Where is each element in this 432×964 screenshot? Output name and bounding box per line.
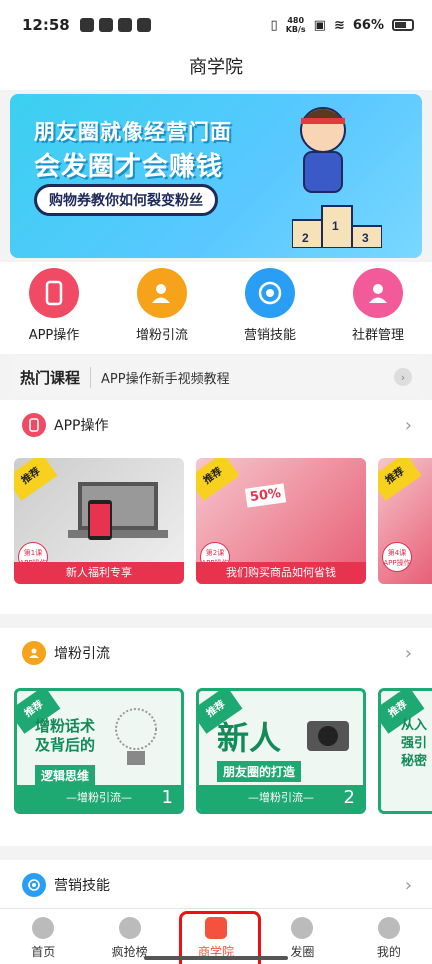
section-header[interactable]: APP操作 ›	[0, 400, 432, 450]
section-title: APP操作	[54, 418, 109, 434]
compass-icon	[291, 917, 314, 939]
tab-label: 首页	[31, 945, 56, 959]
course-card-partial[interactable]: 推荐 从入 强引 秘密	[378, 688, 432, 814]
card-subheadline: 逻辑思维	[35, 765, 96, 786]
home-icon	[32, 917, 55, 939]
card-headline: 增粉话术 及背后的	[35, 717, 96, 754]
card-headline: 从入 强引 秘密	[401, 718, 428, 769]
tab-home[interactable]: 首页	[0, 909, 86, 964]
category-marketing[interactable]: 营销技能	[220, 268, 320, 354]
user-icon	[377, 917, 400, 939]
tab-label: 我的	[376, 945, 401, 959]
group-icon	[353, 268, 403, 318]
podium-1: 1	[332, 219, 339, 233]
category-label: 社群管理	[351, 328, 404, 343]
section-title: 营销技能	[54, 878, 110, 894]
home-indicator[interactable]	[144, 956, 288, 960]
recommend-badge: 推荐	[196, 458, 240, 501]
category-app-operation[interactable]: APP操作	[4, 268, 104, 354]
academy-icon	[205, 917, 228, 939]
tab-label: 疯抢榜	[111, 945, 148, 959]
status-right: ▯ 480 KB/s ▣ ≋ 66%	[271, 16, 414, 34]
chevron-right-icon: ›	[404, 874, 412, 896]
card-number: 2	[343, 787, 355, 808]
network-speed: 480 KB/s	[285, 16, 306, 34]
phone-icon	[22, 413, 46, 437]
phone-icon	[29, 268, 79, 318]
card-headline: 新人	[217, 719, 282, 757]
camera-image	[307, 721, 349, 751]
category-label: 增粉引流	[135, 328, 188, 343]
user-plus-icon	[22, 641, 46, 665]
store-icon	[118, 917, 141, 939]
hot-heading: 热门课程	[20, 366, 92, 388]
laptop-phone-image	[68, 482, 168, 540]
category-label: APP操作	[28, 328, 80, 343]
lightbulb-image	[115, 708, 157, 765]
battery-icon	[392, 19, 414, 31]
sim-icon: ▣	[313, 17, 326, 33]
podium-2: 2	[302, 231, 309, 245]
wechat-icon	[136, 18, 151, 32]
category-row: APP操作 增粉引流 营销技能 社群管理	[0, 262, 432, 354]
status-time: 12:58	[22, 16, 70, 34]
tab-profile[interactable]: 我的	[346, 909, 432, 964]
course-card[interactable]: 推荐 第1课 APP操作 新人福利专享	[14, 458, 184, 584]
recommend-badge: 推荐	[14, 458, 58, 501]
course-card[interactable]: 推荐 新人 朋友圈的打造 —增粉引流— 2	[196, 688, 366, 814]
battery-percent: 66%	[352, 17, 384, 33]
notification-icons	[79, 18, 151, 32]
card-footer: —增粉引流— 2	[199, 785, 363, 811]
course-card[interactable]: 推荐 50% 第2课 APP操作 我们购买商品如何省钱	[196, 458, 366, 584]
section-header[interactable]: 增粉引流 ›	[0, 628, 432, 678]
app-screen: 12:58 ▯ 480 KB/s ▣ ≋ 66% 商学院 朋友圈就像经营门面 会…	[0, 0, 432, 964]
lesson-badge: 第4课 APP操作	[382, 542, 412, 572]
cartoon-character	[300, 107, 346, 193]
card-subheadline: 朋友圈的打造	[217, 761, 302, 782]
category-label: 营销技能	[243, 328, 296, 343]
category-fan-growth[interactable]: 增粉引流	[112, 268, 212, 354]
app-notification-icon	[79, 18, 94, 32]
card-footer: 我们购买商品如何省钱	[196, 562, 366, 584]
banner-line-1: 朋友圈就像经营门面	[34, 120, 232, 144]
chevron-right-icon: ›	[404, 642, 412, 664]
course-card[interactable]: 推荐 增粉话术 及背后的 逻辑思维 —增粉引流— 1	[14, 688, 184, 814]
course-card-partial[interactable]: 推荐 第4课 APP操作	[378, 458, 432, 584]
card-number: 1	[161, 787, 173, 808]
recommend-badge: 推荐	[378, 458, 422, 501]
chevron-right-icon: ›	[404, 414, 412, 436]
hot-courses-bar[interactable]: 热门课程 APP操作新手视频教程 ›	[10, 358, 422, 396]
card-carousel: 推荐 第1课 APP操作 新人福利专享 推荐 50% 第2课 APP操作 我们购…	[0, 458, 432, 584]
mail-icon	[117, 18, 132, 32]
banner-line-3: 购物券教你如何裂变粉丝	[34, 184, 218, 216]
card-footer: —增粉引流— 1	[17, 785, 181, 811]
section-title: 增粉引流	[54, 646, 110, 662]
promo-banner[interactable]: 朋友圈就像经营门面 会发圈才会赚钱 购物券教你如何裂变粉丝 2 1 3	[10, 94, 422, 258]
card-footer: 新人福利专享	[14, 562, 184, 584]
section-header[interactable]: 营销技能 ›	[0, 860, 432, 910]
section-marketing: 营销技能 ›	[0, 860, 432, 908]
banner-line-2: 会发圈才会赚钱	[34, 152, 224, 182]
podium-3: 3	[362, 231, 369, 245]
section-fan-growth: 增粉引流 › 推荐 增粉话术 及背后的 逻辑思维 —增粉引流— 1 推荐 新人 朋…	[0, 628, 432, 846]
user-plus-icon	[137, 268, 187, 318]
category-community[interactable]: 社群管理	[328, 268, 428, 354]
target-icon	[22, 873, 46, 897]
app-notification-icon	[98, 18, 113, 32]
vibrate-icon: ▯	[270, 17, 278, 33]
page-title: 商学院	[0, 50, 432, 90]
discount-tag: 50%	[244, 483, 287, 508]
wifi-icon: ≋	[333, 17, 345, 33]
chevron-right-icon: ›	[394, 368, 412, 386]
card-carousel: 推荐 增粉话术 及背后的 逻辑思维 —增粉引流— 1 推荐 新人 朋友圈的打造 —…	[0, 688, 432, 814]
target-icon	[245, 268, 295, 318]
status-bar: 12:58 ▯ 480 KB/s ▣ ≋ 66%	[0, 0, 432, 50]
section-app-operation: APP操作 › 推荐 第1课 APP操作 新人福利专享 推荐 50% 第2课 A…	[0, 400, 432, 614]
podium-illustration: 2 1 3	[292, 205, 382, 248]
hot-course-text: APP操作新手视频教程	[101, 371, 230, 387]
tab-label: 发圈	[290, 945, 315, 959]
